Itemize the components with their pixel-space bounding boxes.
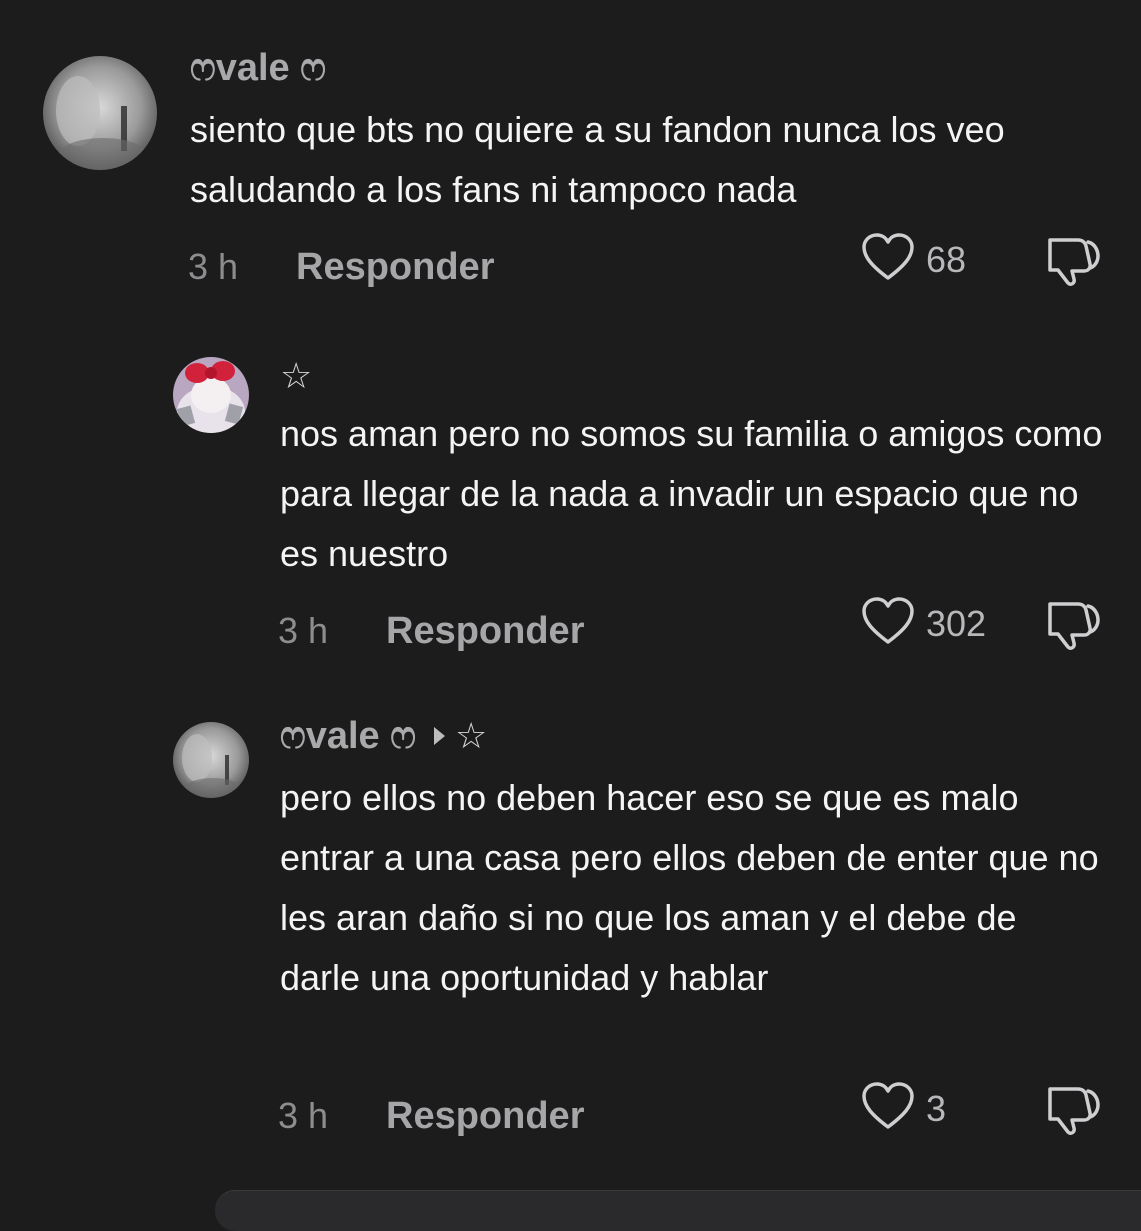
like-count: 302 [926,602,987,644]
like-button[interactable]: 302 [860,596,986,651]
comment-username[interactable]: ෆvale ෆ [190,44,326,92]
comment-timestamp: 3 h [278,610,329,651]
comment-input-bar[interactable] [215,1190,1141,1231]
like-button[interactable]: 3 [860,1081,946,1136]
avatar[interactable] [173,722,249,798]
thumbs-down-outline-icon [1044,238,1102,290]
reply-to-username: ☆ [454,715,488,756]
comment-timestamp: 3 h [188,246,239,287]
avatar[interactable] [43,56,157,170]
caret-right-icon [433,727,445,745]
comment-username[interactable]: ☆ [280,352,312,400]
comment-text: siento que bts no quiere a su fandon nun… [190,109,1005,210]
username-label: ෆvale ෆ [280,714,416,757]
like-button[interactable]: 68 [860,232,966,287]
avatar[interactable] [173,357,249,433]
like-count: 68 [926,238,967,280]
star-username: ☆ [280,355,313,396]
comment-username[interactable]: ෆvale ෆ ☆ [280,712,487,760]
heart-outline-icon [860,232,916,287]
comment-timestamp: 3 h [278,1095,329,1136]
dislike-button[interactable] [1044,234,1102,291]
like-count: 3 [926,1087,947,1129]
comment-meta: 3 h Responder [188,242,494,292]
dislike-button[interactable] [1044,598,1102,655]
comment-meta: 3 h Responder [278,606,584,656]
comment-text: pero ellos no deben hacer eso se que es … [280,777,1099,998]
dislike-button[interactable] [1044,1083,1102,1140]
thumbs-down-outline-icon [1044,602,1102,654]
reply-button[interactable]: Responder [386,610,584,653]
reply-button[interactable]: Responder [386,1095,584,1138]
comment-meta: 3 h Responder [278,1091,584,1141]
thumbs-down-outline-icon [1044,1087,1102,1139]
reply-button[interactable]: Responder [296,246,494,289]
comment-text: nos aman pero no somos su familia o amig… [280,413,1103,574]
heart-outline-icon [860,1081,916,1136]
heart-outline-icon [860,596,916,651]
